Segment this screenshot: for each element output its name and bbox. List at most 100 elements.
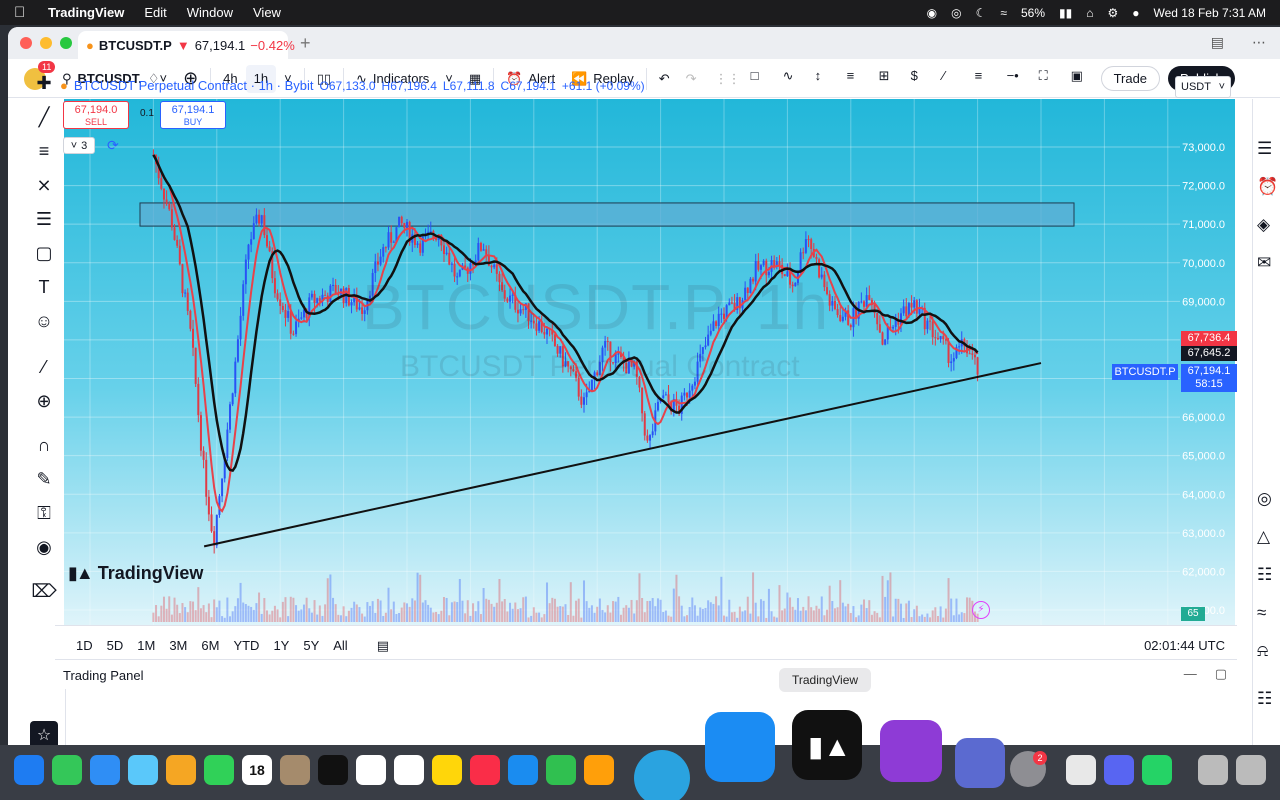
favorites-star-icon[interactable]: ☆ [30,721,58,745]
legend-title[interactable]: BTCUSDT Perpetual Contract · 1h · Bybit [74,78,314,93]
minimize-window-button[interactable] [40,37,52,49]
chart-pane[interactable]: 73,000.0 72,000.0 71,000.0 70,000.0 69,000.0… [55,70,1235,625]
more-icon[interactable]: ⋯ [1252,34,1266,51]
feedback-icon[interactable] [880,720,942,782]
menu-window[interactable]: Window [187,5,233,20]
notes-icon[interactable] [432,755,462,785]
horizontal-lines-icon[interactable]: ≡ [30,137,58,165]
price-tick-label: 72,000.0 [1182,181,1225,193]
numbers-icon[interactable] [546,755,576,785]
photos-icon[interactable] [166,755,196,785]
layout-icon[interactable]: ▤ [1211,34,1224,51]
chrome-icon[interactable] [1066,755,1096,785]
weather-icon[interactable]: ≈ [1000,6,1007,20]
alerts-clock-icon[interactable]: ⏰ [1257,177,1280,201]
close-window-button[interactable] [20,37,32,49]
help-2-icon[interactable] [1236,755,1266,785]
simulator-icon[interactable] [955,738,1005,788]
range-button-3m[interactable]: 3M [164,638,192,653]
apple-menu-icon[interactable]:  [14,4,48,21]
safari-icon[interactable] [14,755,44,785]
range-button-1m[interactable]: 1M [132,638,160,653]
prediction-tool-icon[interactable]: ☰ [30,205,58,233]
discord-icon[interactable] [1104,755,1134,785]
pattern-tool-icon[interactable]: ⨯ [30,171,58,199]
price-chart[interactable]: 73,000.0 72,000.0 71,000.0 70,000.0 69,000.0… [55,70,1235,625]
range-button-1d[interactable]: 1D [71,638,98,653]
zoom-window-button[interactable] [60,37,72,49]
news-feed-icon[interactable]: ≈ [1257,603,1280,627]
music-icon[interactable] [470,755,500,785]
control-center-icon[interactable]: ⚙ [1107,6,1118,20]
drawing-mode-icon[interactable]: ✎ [30,465,58,493]
calendar-range-icon[interactable]: ▤ [377,638,389,654]
screen-record-icon[interactable]: ◉ [927,6,937,20]
app-menu[interactable]: TradingView [48,5,124,20]
moon-icon[interactable]: ☾ [976,6,987,20]
notifications-bell-icon[interactable]: ⍾ [1257,641,1280,665]
resistance-zone[interactable] [139,202,1075,227]
apps-grid-icon[interactable]: ☷ [1257,689,1280,713]
sync-icon[interactable]: ⟳ [107,137,119,154]
menu-view[interactable]: View [253,5,281,20]
facetime-icon[interactable] [204,755,234,785]
chevron-down-icon: ˅ [70,139,78,152]
indicators-toggle[interactable]: ˅ 3 [63,137,95,154]
magnet-icon[interactable]: ∩ [30,431,58,459]
shapes-tool-icon[interactable]: ▢ [30,239,58,267]
menu-clock[interactable]: Wed 18 Feb 7:31 AM [1153,6,1266,20]
ruler-icon[interactable]: ⁄ [30,353,58,381]
calendar-icon[interactable]: ☷ [1257,565,1280,589]
whatsapp-icon[interactable] [1142,755,1172,785]
app-store-icon[interactable] [705,712,775,782]
battery-icon[interactable]: ▮▮ [1059,6,1072,20]
keynote-icon[interactable] [508,755,538,785]
lock-icon[interactable]: ⚿ [30,499,58,527]
sell-button[interactable]: 67,194.0 SELL [63,101,129,129]
utc-clock[interactable]: 02:01:44 UTC [1144,638,1225,653]
target-icon[interactable]: ◎ [1257,489,1280,513]
eye-icon[interactable]: ◉ [30,533,58,561]
reminders-icon[interactable] [356,755,386,785]
telegram-icon[interactable] [634,750,690,800]
lightning-icon[interactable]: ⚡ [972,601,990,619]
contacts-icon[interactable] [280,755,310,785]
trading-panel-label[interactable]: Trading Panel [63,668,143,683]
chart-tab[interactable]: ● BTCUSDT.P ▼ 67,194.1 −0.42% [78,31,295,59]
range-button-all[interactable]: All [328,638,352,653]
maximize-panel-icon[interactable]: ▢ [1215,666,1227,682]
range-button-5d[interactable]: 5D [102,638,129,653]
range-button-ytd[interactable]: YTD [228,638,264,653]
trading-panel[interactable]: Trading Panel — ▢ [55,659,1237,689]
trash-icon[interactable]: ⌦ [30,577,58,605]
chat-icon[interactable]: ✉ [1257,253,1280,277]
focus-icon[interactable]: ◎ [951,6,961,20]
wifi-icon[interactable]: ⌂ [1086,6,1093,20]
freeform-icon[interactable] [394,755,424,785]
mail-icon[interactable] [90,755,120,785]
currency-select[interactable]: USDT ˅ [1175,76,1231,98]
siri-icon[interactable]: ● [1132,6,1139,20]
maps-icon[interactable] [128,755,158,785]
menu-edit[interactable]: Edit [144,5,166,20]
order-quantity[interactable]: 0.1 [140,108,154,119]
crosshair-icon[interactable]: ✚ [30,69,58,97]
watchlist-icon[interactable]: ☰ [1257,139,1280,163]
minimize-panel-icon[interactable]: — [1184,666,1197,682]
range-button-6m[interactable]: 6M [196,638,224,653]
help-icon[interactable] [1198,755,1228,785]
ideas-icon[interactable]: △ [1257,527,1280,551]
range-button-1y[interactable]: 1Y [268,638,294,653]
text-tool-icon[interactable]: T [30,273,58,301]
emoji-icon[interactable]: ☺ [30,307,58,335]
price-axis[interactable]: 73,000.0 72,000.0 71,000.0 70,000.0 69,000.0… [1180,99,1235,625]
pages-icon[interactable] [584,755,614,785]
buy-button[interactable]: 67,194.1 BUY [160,101,226,129]
range-button-5y[interactable]: 5Y [298,638,324,653]
layers-icon[interactable]: ◈ [1257,215,1280,239]
apple-tv-icon[interactable] [318,755,348,785]
messages-icon[interactable] [52,755,82,785]
new-tab-icon[interactable]: + [300,33,311,54]
zoom-in-icon[interactable]: ⊕ [30,387,58,415]
trend-line-tool-icon[interactable]: ╱ [30,103,58,131]
